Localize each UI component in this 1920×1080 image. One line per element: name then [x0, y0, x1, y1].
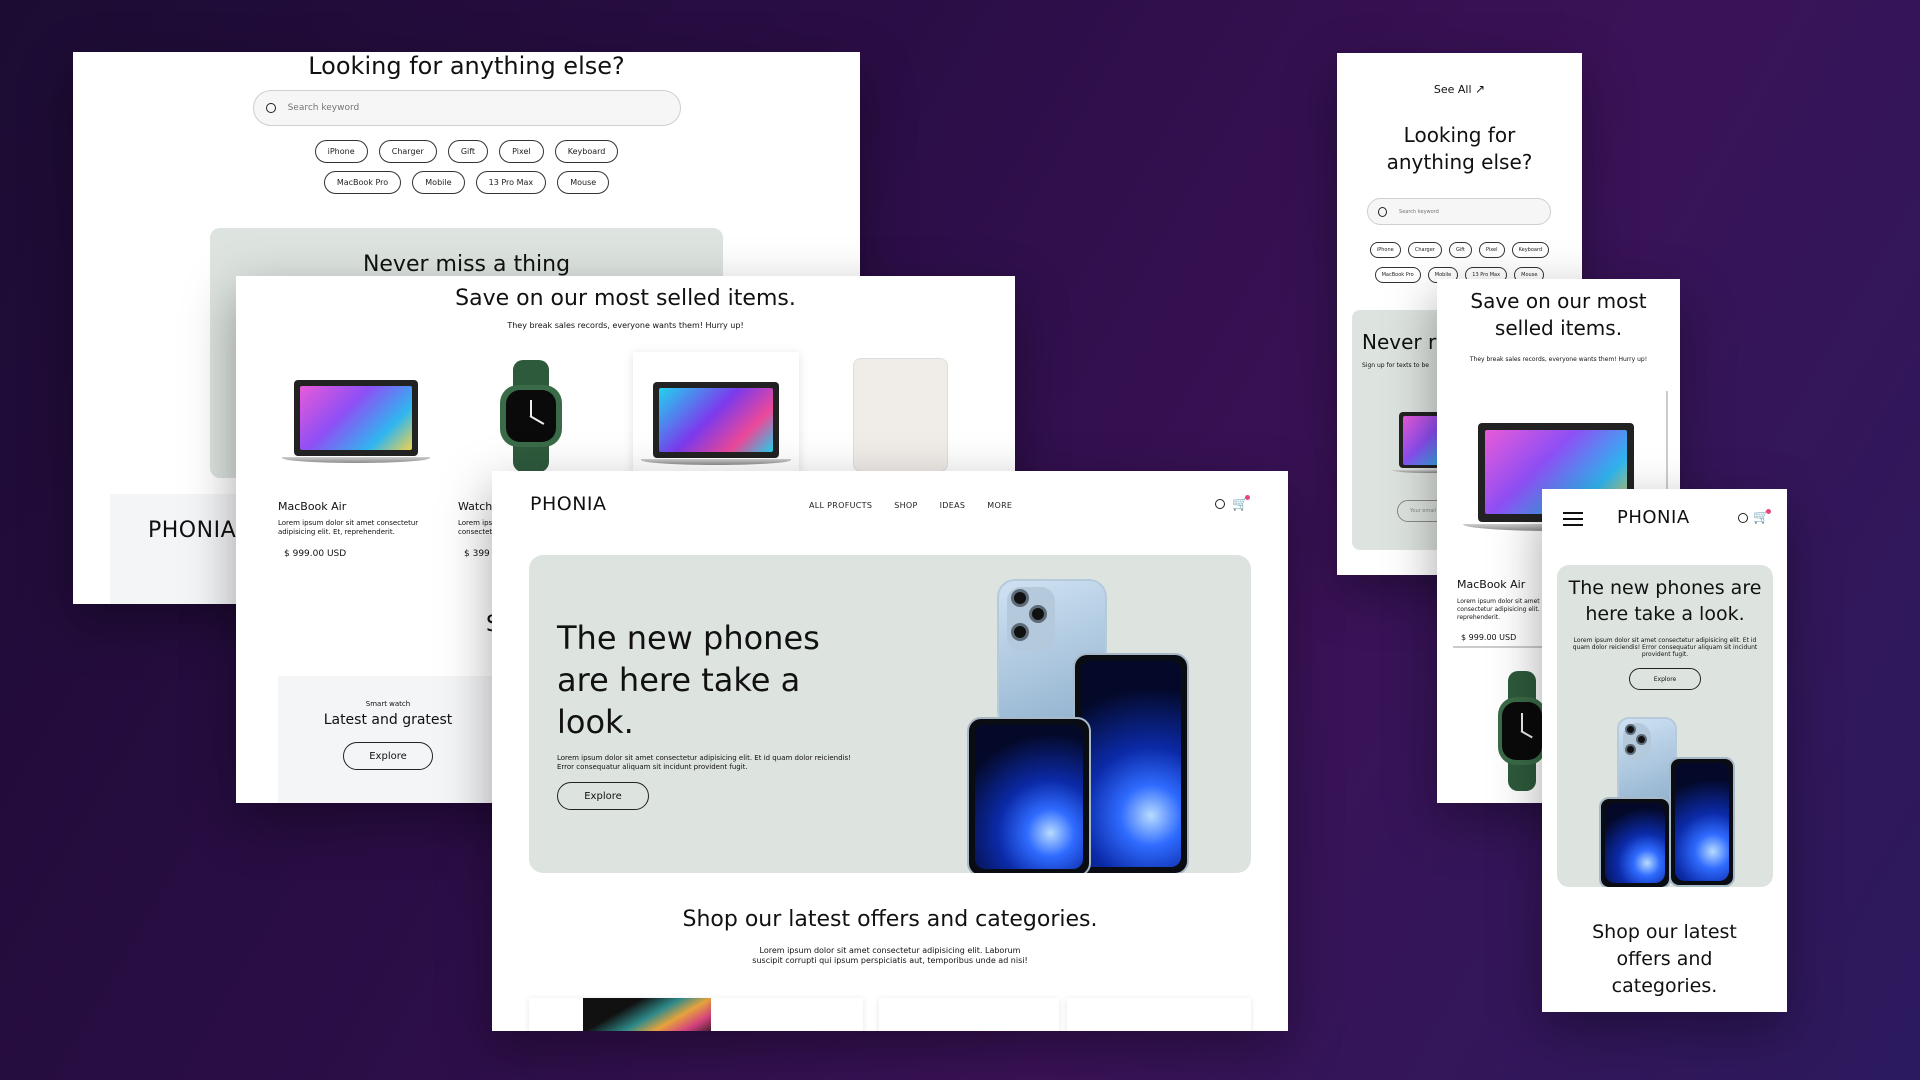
product-card-watch[interactable]: Watch Lorem ipsum dolor sit amet consect…	[458, 500, 494, 559]
hamburger-menu-icon[interactable]	[1563, 512, 1583, 526]
category-tiles	[529, 998, 1251, 1031]
mobile-hero-body: Lorem ipsum dolor sit amet consectetur a…	[1572, 637, 1758, 658]
nav-ideas[interactable]: IDEAS	[940, 501, 966, 510]
tag-macbook-pro[interactable]: MacBook Pro	[1374, 267, 1421, 283]
tablet-search-input[interactable]	[1399, 208, 1550, 215]
arrow-up-right-icon: ↗	[1475, 82, 1486, 96]
tag-keyboard[interactable]: Keyboard	[1511, 242, 1550, 258]
tablet-newsletter-heading: Never r	[1362, 330, 1437, 354]
promo-eyebrow: Smart watch	[365, 700, 411, 708]
hero-banner: The new phones are here take a look. Lor…	[529, 555, 1251, 873]
mobile-hero-explore-button[interactable]: Explore	[1629, 668, 1701, 690]
mobile-hero-card: The new phones are here take a look. Lor…	[1557, 565, 1773, 887]
mobile-logo[interactable]: PHONIA	[1617, 507, 1690, 528]
product-name: Watch	[458, 500, 493, 513]
macbook-pro-image	[641, 382, 791, 468]
offers-heading: Shop our latest offers and categories.	[682, 907, 1098, 932]
tablet-search-heading: Looking for anything else?	[1386, 123, 1533, 174]
logo[interactable]: PHONIA	[530, 493, 607, 515]
search-heading: Looking for anything else?	[308, 52, 625, 80]
product-desc: Lorem ipsum dolor sit amet consectetur a…	[278, 519, 419, 536]
mobile-home-screenshot: PHONIA 🛒 The new phones are here take a …	[1542, 489, 1787, 1012]
ipad-image[interactable]	[853, 358, 949, 472]
tag-pixel[interactable]: Pixel	[499, 140, 544, 163]
promo-explore-button[interactable]: Explore	[343, 742, 433, 770]
see-all-label: See All	[1433, 83, 1472, 96]
product-name: MacBook Air	[278, 500, 347, 513]
nav-all-products[interactable]: ALL PROFUCTS	[809, 501, 872, 510]
tag-row-1: iPhone Charger Gift Pixel Keyboard	[73, 137, 860, 166]
desktop-home-screenshot: PHONIA ALL PROFUCTS SHOP IDEAS MORE 🛒 Th…	[492, 471, 1288, 1031]
search-icon[interactable]	[1215, 499, 1225, 509]
macbook-air-image[interactable]	[282, 380, 430, 466]
bestsellers-subheading: They break sales records, everyone wants…	[507, 321, 744, 330]
bestsellers-heading: Save on our most selled items.	[455, 286, 796, 311]
email-placeholder: Your email	[1410, 508, 1437, 514]
top-nav: PHONIA ALL PROFUCTS SHOP IDEAS MORE 🛒	[492, 471, 1288, 537]
smartwatch-promo-card: Smart watch Latest and gratest Explore	[278, 676, 498, 803]
hero-title: The new phones are here take a look.	[557, 619, 820, 741]
hero-explore-button[interactable]: Explore	[557, 782, 649, 810]
tag-pixel[interactable]: Pixel	[1478, 242, 1505, 258]
tag-charger[interactable]: Charger	[1407, 242, 1442, 258]
newsletter-heading: Never miss a thing	[362, 252, 571, 277]
cart-badge	[1245, 495, 1250, 500]
tag-iphone[interactable]: iPhone	[314, 140, 368, 163]
iphone-image	[949, 579, 1209, 873]
mobile-hero-title: The new phones are here take a look.	[1568, 577, 1762, 625]
tablet-search-box[interactable]	[1367, 198, 1551, 225]
search-icon[interactable]	[1738, 513, 1748, 523]
promo-title: Latest and gratest	[323, 712, 453, 728]
footer-logo[interactable]: PHONIA	[148, 518, 236, 543]
nav-more[interactable]: MORE	[987, 501, 1012, 510]
see-all-link[interactable]: See All ↗	[1337, 82, 1582, 96]
tablet-bestsellers-sub: They break sales records, everyone wants…	[1469, 356, 1648, 363]
offers-body: Lorem ipsum dolor sit amet consectetur a…	[752, 946, 1028, 965]
tag-gift[interactable]: Gift	[1448, 242, 1472, 258]
search-icon	[1378, 206, 1388, 217]
product-price: $ 399	[464, 549, 490, 559]
tag-13-pro-max[interactable]: 13 Pro Max	[475, 171, 547, 194]
product-desc: Lorem ipsum dolor sit amet consectetur a…	[458, 519, 494, 536]
category-tile[interactable]	[529, 998, 711, 1031]
watch-image[interactable]	[486, 360, 576, 472]
tag-gift[interactable]: Gift	[447, 140, 489, 163]
tablet-bestsellers-heading: Save on our most selled items.	[1470, 289, 1647, 340]
product-card-macbook-air[interactable]: MacBook Air Lorem ipsum dolor sit amet c…	[278, 500, 428, 559]
mobile-iphone-image	[1595, 717, 1735, 887]
tablet-tag-row-1: iPhone Charger Gift Pixel Keyboard	[1337, 236, 1582, 259]
category-tile[interactable]	[1067, 998, 1251, 1031]
tag-macbook-pro[interactable]: MacBook Pro	[323, 171, 402, 194]
search-input-box[interactable]	[253, 90, 681, 126]
cart-icon[interactable]: 🛒	[1232, 498, 1248, 511]
tag-row-2: MacBook Pro Mobile 13 Pro Max Mouse	[73, 168, 860, 197]
tag-charger[interactable]: Charger	[378, 140, 437, 163]
nav-links: ALL PROFUCTS SHOP IDEAS MORE	[809, 501, 1012, 510]
divider	[1453, 646, 1549, 648]
tag-mobile[interactable]: Mobile	[412, 171, 465, 194]
hero-body: Lorem ipsum dolor sit amet consectetur a…	[557, 754, 851, 771]
tag-mouse[interactable]: Mouse	[557, 171, 610, 194]
category-tile[interactable]	[879, 998, 1059, 1031]
tag-keyboard[interactable]: Keyboard	[554, 140, 619, 163]
macbook-pro-card[interactable]	[633, 352, 799, 476]
nav-shop[interactable]: SHOP	[894, 501, 917, 510]
tablet-newsletter-sub: Sign up for texts to be	[1362, 362, 1429, 369]
cart-badge	[1766, 509, 1771, 514]
search-input[interactable]	[287, 103, 680, 113]
tag-iphone[interactable]: iPhone	[1369, 242, 1401, 258]
product-price: $ 999.00 USD	[284, 549, 347, 559]
category-tile[interactable]	[711, 998, 863, 1031]
search-icon	[266, 103, 276, 113]
mobile-offers-heading: Shop our latest offers and categories.	[1592, 921, 1737, 997]
